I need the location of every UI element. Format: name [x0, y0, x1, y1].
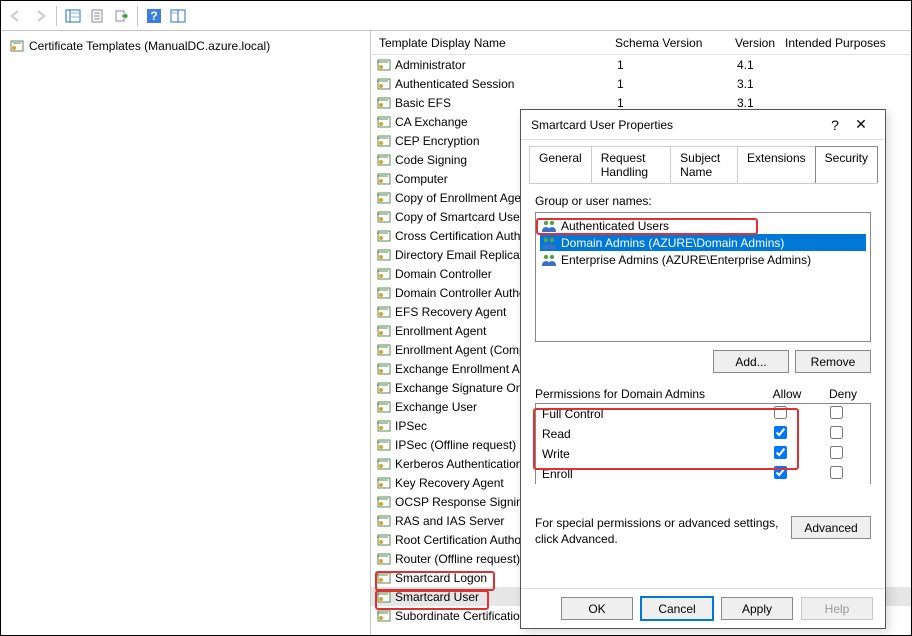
template-name: Basic EFS: [395, 96, 617, 110]
view-panes-icon[interactable]: [167, 5, 189, 27]
allow-checkbox[interactable]: [774, 426, 787, 439]
dialog-title: Smartcard User Properties: [531, 118, 823, 132]
toolbar: ?: [1, 1, 911, 31]
deny-checkbox[interactable]: [830, 466, 843, 479]
tree-root[interactable]: Certificate Templates (ManualDC.azure.lo…: [7, 37, 364, 55]
export-icon[interactable]: [110, 5, 132, 27]
tab-subject-name[interactable]: Subject Name: [670, 146, 738, 183]
svg-text:?: ?: [150, 9, 157, 23]
permission-row: Enroll: [536, 464, 870, 484]
tab-request-handling[interactable]: Request Handling: [591, 146, 671, 183]
tree-pane: Certificate Templates (ManualDC.azure.lo…: [1, 31, 371, 635]
special-permissions-text: For special permissions or advanced sett…: [535, 516, 781, 547]
permission-name: Enroll: [542, 467, 752, 481]
group-names-list[interactable]: Authenticated Users Domain Admins (AZURE\…: [535, 212, 871, 342]
apply-button[interactable]: Apply: [721, 597, 793, 620]
permission-name: Read: [542, 427, 752, 441]
add-button[interactable]: Add...: [713, 350, 789, 373]
template-version: 3.1: [737, 96, 787, 110]
remove-button[interactable]: Remove: [795, 350, 871, 373]
tab-general[interactable]: General: [529, 146, 592, 183]
list-item[interactable]: Administrator14.1: [371, 55, 911, 74]
template-schema: 1: [617, 58, 737, 72]
ok-button[interactable]: OK: [561, 597, 633, 620]
deny-checkbox[interactable]: [830, 446, 843, 459]
dialog-footer: OK Cancel Apply Help: [521, 588, 885, 628]
list-header: Template Display Name Schema Version Ver…: [371, 31, 911, 55]
view-doc-icon[interactable]: [86, 5, 108, 27]
template-name: Administrator: [395, 58, 617, 72]
permission-row: Write: [536, 444, 870, 464]
template-version: 4.1: [737, 58, 787, 72]
group-label: Enterprise Admins (AZURE\Enterprise Admi…: [561, 253, 811, 267]
group-names-label: Group or user names:: [535, 194, 871, 208]
group-label: Authenticated Users: [561, 219, 669, 233]
deny-checkbox[interactable]: [830, 426, 843, 439]
template-version: 3.1: [737, 77, 787, 91]
allow-checkbox[interactable]: [774, 446, 787, 459]
help-button[interactable]: Help: [801, 597, 873, 620]
permissions-list: Full Control Read Write Enroll: [535, 403, 871, 484]
advanced-button[interactable]: Advanced: [791, 516, 871, 539]
allow-header: Allow: [759, 387, 815, 401]
view-split-icon[interactable]: [62, 5, 84, 27]
cancel-button[interactable]: Cancel: [641, 597, 713, 620]
close-icon[interactable]: ✕: [847, 116, 875, 133]
col-intended[interactable]: Intended Purposes: [785, 36, 911, 50]
dialog-help-button[interactable]: ?: [823, 117, 847, 133]
properties-dialog: Smartcard User Properties ? ✕ GeneralReq…: [520, 109, 886, 629]
forward-button[interactable]: [29, 5, 51, 27]
permissions-label: Permissions for Domain Admins: [535, 387, 759, 401]
permission-name: Full Control: [542, 407, 752, 421]
template-name: Authenticated Session: [395, 77, 617, 91]
template-schema: 1: [617, 96, 737, 110]
permission-row: Read: [536, 424, 870, 444]
help-icon[interactable]: ?: [143, 5, 165, 27]
certificate-template-icon: [10, 39, 24, 53]
permission-row: Full Control: [536, 404, 870, 424]
deny-checkbox[interactable]: [830, 406, 843, 419]
tab-security[interactable]: Security: [815, 146, 878, 183]
back-button[interactable]: [5, 5, 27, 27]
deny-header: Deny: [815, 387, 871, 401]
group-item[interactable]: Enterprise Admins (AZURE\Enterprise Admi…: [540, 251, 866, 268]
template-schema: 1: [617, 77, 737, 91]
col-name[interactable]: Template Display Name: [375, 36, 615, 50]
col-version[interactable]: Version: [735, 36, 785, 50]
tree-root-label: Certificate Templates (ManualDC.azure.lo…: [29, 39, 270, 53]
dialog-titlebar: Smartcard User Properties ? ✕: [521, 110, 885, 140]
group-item[interactable]: Authenticated Users: [540, 217, 866, 234]
allow-checkbox[interactable]: [774, 406, 787, 419]
permission-name: Write: [542, 447, 752, 461]
tabstrip: GeneralRequest HandlingSubject NameExten…: [521, 140, 885, 183]
group-label: Domain Admins (AZURE\Domain Admins): [561, 236, 784, 250]
allow-checkbox[interactable]: [774, 466, 787, 479]
group-item[interactable]: Domain Admins (AZURE\Domain Admins): [540, 234, 866, 251]
tab-extensions[interactable]: Extensions: [737, 146, 816, 183]
col-schema[interactable]: Schema Version: [615, 36, 735, 50]
list-item[interactable]: Authenticated Session13.1: [371, 74, 911, 93]
